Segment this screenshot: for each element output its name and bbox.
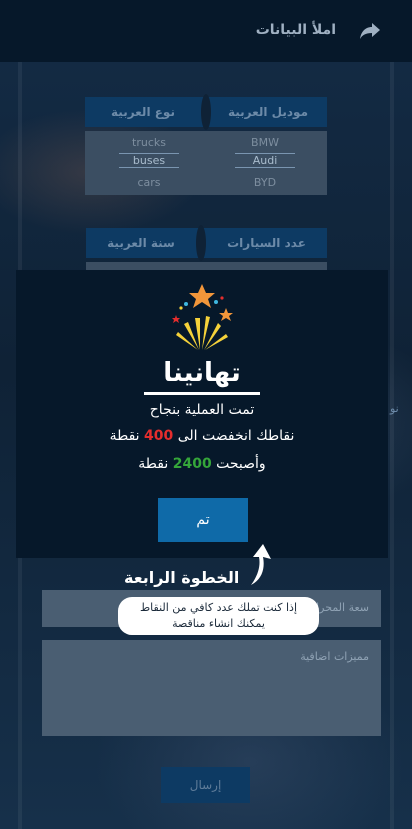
top-bar: املأ البيانات <box>0 0 412 62</box>
ok-button[interactable]: تم <box>158 498 248 542</box>
tab-car-type[interactable]: نوع العربية <box>85 97 201 127</box>
step-title: الخطوة الرابعة <box>124 568 240 587</box>
points-decreased-line: نقاطك انخفضت الى 400 نقطة <box>109 428 295 444</box>
hint-bubble: إذا كنت تملك عدد كافي من النقاط يمكنك ان… <box>118 597 319 635</box>
points-now-line: وأصبحت 2400 نقطة <box>138 456 266 472</box>
tab-car-year[interactable]: سنة العربية <box>86 228 196 258</box>
partial-field-label: نو <box>390 402 399 415</box>
share-arrow-icon[interactable] <box>358 18 382 42</box>
congrats-title: تهانينا <box>16 358 388 395</box>
points-now-value: 2400 <box>172 456 212 472</box>
model-item-audi[interactable]: Audi <box>235 153 295 168</box>
type-item-cars[interactable]: cars <box>119 176 179 189</box>
right-divider <box>390 62 394 829</box>
page-title: املأ البيانات <box>255 22 336 38</box>
car-picker-block: موديل العربية نوع العربية trucks buses c… <box>85 94 327 197</box>
tab-car-model[interactable]: موديل العربية <box>209 97 327 127</box>
car-picker-wheel[interactable]: trucks buses cars BMW Audi BYD <box>85 131 327 195</box>
tab-separator <box>201 94 211 130</box>
success-message: تمت العملية بنجاح <box>149 402 255 418</box>
model-item-bmw[interactable]: BMW <box>235 136 295 149</box>
success-dialog: تهانينا تمت العملية بنجاح نقاطك انخفضت ا… <box>16 270 388 558</box>
model-item-byd[interactable]: BYD <box>235 176 295 189</box>
extra-features-label: مميزات اضافية <box>300 650 369 663</box>
pointer-arrow-icon <box>251 544 271 585</box>
tab-car-count[interactable]: عدد السيارات <box>206 228 327 258</box>
send-button[interactable]: إرسال <box>161 767 250 803</box>
points-decreased-value: 400 <box>144 428 174 444</box>
type-item-buses[interactable]: buses <box>119 153 179 168</box>
extra-features-field[interactable]: مميزات اضافية <box>42 640 381 736</box>
congrats-underline <box>144 392 260 395</box>
fireworks-icon <box>172 284 233 350</box>
car-picker-tabs: موديل العربية نوع العربية <box>85 94 327 130</box>
count-picker-tabs: عدد السيارات سنة العربية <box>86 225 327 261</box>
count-picker-block: عدد السيارات سنة العربية <box>86 225 327 272</box>
type-item-trucks[interactable]: trucks <box>119 136 179 149</box>
tab-separator <box>196 225 206 261</box>
